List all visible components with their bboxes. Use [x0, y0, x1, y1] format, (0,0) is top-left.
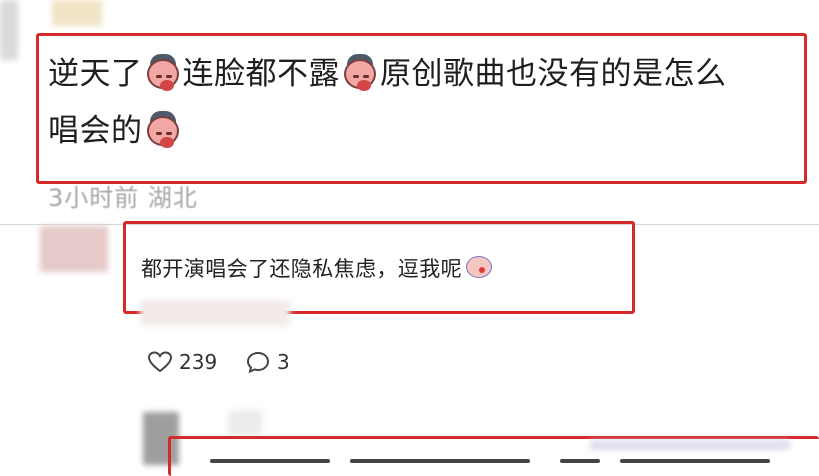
comment-bubble-icon: [246, 351, 270, 374]
clown-face-emoji: [464, 254, 494, 280]
reply-text: 都开演唱会了还隐私焦虑，逗我呢: [141, 257, 462, 281]
highlight-box: [36, 33, 807, 184]
cut-off-comment-text: [200, 455, 800, 465]
reply-body: 都开演唱会了还隐私焦虑，逗我呢: [141, 252, 494, 286]
comment-count: 3: [277, 350, 290, 374]
like-count: 239: [179, 350, 218, 374]
username-blurred[interactable]: [228, 410, 262, 436]
username-blurred[interactable]: [52, 0, 102, 26]
like-button[interactable]: 239: [147, 350, 217, 374]
comment-button[interactable]: 3: [245, 350, 290, 374]
comment-meta: 3小时前 湖北: [48, 184, 198, 212]
avatar-blurred[interactable]: [0, 0, 18, 60]
heart-icon: [147, 351, 173, 373]
blurred-text: [590, 440, 790, 450]
avatar-blurred[interactable]: [40, 226, 108, 272]
blurred-text: [140, 300, 290, 326]
